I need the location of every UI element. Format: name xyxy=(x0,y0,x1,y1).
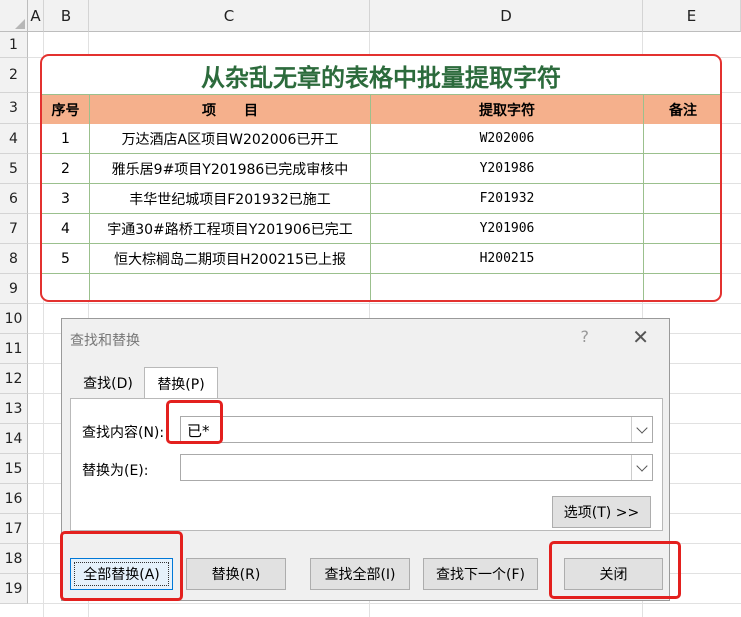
row-header[interactable]: 19 xyxy=(0,574,28,604)
row-header[interactable]: 8 xyxy=(0,244,28,274)
row-header[interactable]: 14 xyxy=(0,424,28,454)
column-header-a[interactable]: A xyxy=(28,0,44,32)
chevron-down-icon[interactable] xyxy=(631,417,652,442)
column-header-d[interactable]: D xyxy=(370,0,643,32)
row-header[interactable]: 15 xyxy=(0,454,28,484)
table-title: 从杂乱无章的表格中批量提取字符 xyxy=(201,62,561,92)
cell-no[interactable]: 5 xyxy=(42,244,90,274)
select-all-triangle-icon xyxy=(15,19,25,29)
cell-code[interactable]: H200215 xyxy=(371,244,644,274)
find-all-button[interactable]: 查找全部(I) xyxy=(310,558,410,590)
cell-item[interactable]: 丰华世纪城项目F201932已施工 xyxy=(90,184,371,214)
row-header[interactable]: 1 xyxy=(0,32,28,58)
cell-no[interactable]: 1 xyxy=(42,124,90,154)
row-header[interactable]: 7 xyxy=(0,214,28,244)
cell-code[interactable]: F201932 xyxy=(371,184,644,214)
select-all-corner[interactable] xyxy=(0,0,28,32)
row-header[interactable]: 5 xyxy=(0,154,28,184)
cell-note[interactable] xyxy=(644,274,720,300)
tab-replace[interactable]: 替换(P) xyxy=(144,367,218,399)
options-button[interactable]: 选项(T) >> xyxy=(552,496,651,528)
replace-all-button[interactable]: 全部替换(A) xyxy=(70,558,173,590)
find-what-value[interactable]: 已* xyxy=(187,420,210,441)
row-header[interactable]: 18 xyxy=(0,544,28,574)
cell-note[interactable] xyxy=(644,124,720,154)
find-what-label: 查找内容(N): xyxy=(82,425,165,441)
row-header[interactable]: 3 xyxy=(0,93,28,124)
chevron-down-icon[interactable] xyxy=(631,455,652,480)
row-header[interactable]: 13 xyxy=(0,394,28,424)
replace-with-label: 替换为(E): xyxy=(82,463,149,479)
cell-code[interactable]: W202006 xyxy=(371,124,644,154)
header-extracted[interactable]: 提取字符 xyxy=(371,94,644,124)
cell-note[interactable] xyxy=(644,184,720,214)
find-next-button[interactable]: 查找下一个(F) xyxy=(423,558,538,590)
header-item[interactable]: 项 目 xyxy=(90,94,371,124)
data-table: 从杂乱无章的表格中批量提取字符 序号 项 目 提取字符 备注 1 万达酒店A区项目… xyxy=(40,54,722,302)
cell-no[interactable] xyxy=(42,274,90,300)
close-icon[interactable]: ✕ xyxy=(632,325,649,349)
find-replace-dialog: 查找和替换 ? ✕ 查找(D) 替换(P) 查找内容(N): 已* 替换为(E)… xyxy=(61,318,670,601)
cell-item[interactable]: 恒大棕榈岛二期项目H200215已上报 xyxy=(90,244,371,274)
replace-button[interactable]: 替换(R) xyxy=(186,558,286,590)
row-header[interactable]: 9 xyxy=(0,274,28,304)
cell-note[interactable] xyxy=(644,244,720,274)
cell-item[interactable]: 万达酒店A区项目W202006已开工 xyxy=(90,124,371,154)
header-note[interactable]: 备注 xyxy=(644,94,720,124)
replace-with-combo[interactable] xyxy=(180,454,653,481)
help-icon[interactable]: ? xyxy=(581,327,590,346)
find-what-combo[interactable]: 已* xyxy=(180,416,653,443)
cell-note[interactable] xyxy=(644,154,720,184)
cell-no[interactable]: 3 xyxy=(42,184,90,214)
cell-code[interactable]: Y201906 xyxy=(371,214,644,244)
row-header[interactable]: 4 xyxy=(0,124,28,154)
cell-no[interactable]: 4 xyxy=(42,214,90,244)
row-header[interactable]: 6 xyxy=(0,184,28,214)
row-header[interactable]: 12 xyxy=(0,364,28,394)
row-header[interactable]: 11 xyxy=(0,334,28,364)
cell-item[interactable]: 宇通30#路桥工程项目Y201906已完工 xyxy=(90,214,371,244)
cell-note[interactable] xyxy=(644,214,720,244)
row-header[interactable]: 10 xyxy=(0,304,28,334)
tab-find[interactable]: 查找(D) xyxy=(72,368,144,398)
cell-code[interactable]: Y201986 xyxy=(371,154,644,184)
row-header[interactable]: 2 xyxy=(0,58,28,93)
column-header-b[interactable]: B xyxy=(44,0,89,32)
cell-item[interactable] xyxy=(90,274,371,300)
row-header[interactable]: 16 xyxy=(0,484,28,514)
header-index[interactable]: 序号 xyxy=(42,94,90,124)
column-header-c[interactable]: C xyxy=(89,0,370,32)
column-header-e[interactable]: E xyxy=(643,0,741,32)
replace-panel: 查找内容(N): 已* 替换为(E): 选项(T) >> xyxy=(70,398,663,531)
dialog-title: 查找和替换 xyxy=(70,333,140,349)
grid-line xyxy=(28,303,741,304)
close-button[interactable]: 关闭 xyxy=(564,558,663,590)
row-header[interactable]: 17 xyxy=(0,514,28,544)
grid-line xyxy=(28,603,741,604)
cell-code[interactable] xyxy=(371,274,644,300)
cell-no[interactable]: 2 xyxy=(42,154,90,184)
cell-item[interactable]: 雅乐居9#项目Y201986已完成审核中 xyxy=(90,154,371,184)
